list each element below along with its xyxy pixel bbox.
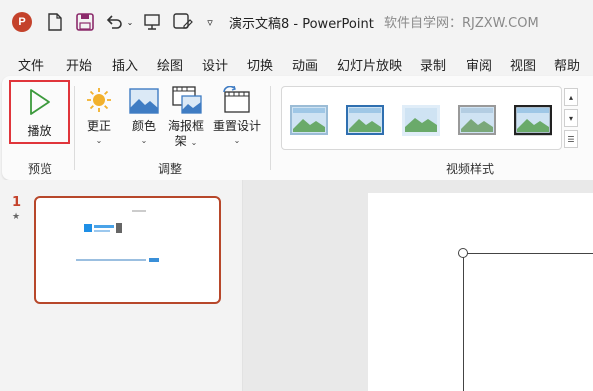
tab-design[interactable]: 设计 [202, 55, 228, 74]
chevron-down-icon: ⌄ [140, 136, 148, 145]
chevron-down-icon: ⌄ [233, 136, 241, 145]
thumb-text-line [132, 210, 146, 212]
video-style-2[interactable] [346, 105, 384, 137]
chevron-down-icon: ⌄ [190, 138, 198, 147]
poster-frame-label-line2: 架 ⌄ [166, 134, 206, 150]
thumb-text-line [76, 259, 146, 261]
gallery-scroll-down-icon[interactable]: ▾ [564, 109, 578, 127]
corrections-button[interactable]: 更正 ⌄ [82, 86, 116, 148]
tab-slideshow[interactable]: 幻灯片放映 [337, 55, 402, 74]
preview-group-label: 预览 [28, 162, 53, 176]
document-title: 演示文稿8 - PowerPoint [229, 17, 374, 32]
video-styles-group-label: 视频样式 [446, 162, 495, 176]
customize-dropdown-icon[interactable]: ▿ [203, 10, 217, 34]
reset-design-button[interactable]: 重置设计 ⌄ [211, 86, 263, 148]
slide-number: 1 [12, 195, 22, 210]
chevron-down-icon: ⌄ [95, 136, 103, 145]
slide-thumbnail[interactable] [34, 196, 221, 304]
play-button[interactable]: 播放 [9, 80, 70, 144]
reset-design-label: 重置设计 [212, 119, 261, 133]
video-style-1[interactable] [290, 105, 328, 137]
tab-transitions[interactable]: 切换 [247, 55, 273, 74]
watermark-text: 软件自学网：RJZXW.COM [384, 16, 539, 31]
title-bar: P ⌄ ▿ 演示文稿8 - PowerPoint 软件自学网：RJZXW.COM [0, 0, 593, 44]
corrections-label: 更正 [86, 119, 111, 133]
play-label: 播放 [27, 124, 52, 138]
tab-home[interactable]: 开始 [66, 55, 92, 74]
present-from-start-icon[interactable] [142, 10, 162, 34]
color-button[interactable]: 颜色 ⌄ [127, 86, 161, 148]
brightness-sun-icon [87, 88, 111, 112]
tab-review[interactable]: 审阅 [466, 55, 492, 74]
powerpoint-logo-icon[interactable]: P [12, 12, 32, 32]
app-logo-letter: P [18, 16, 26, 28]
video-object[interactable] [463, 253, 593, 391]
tab-view[interactable]: 视图 [510, 55, 536, 74]
adjust-group-label: 调整 [158, 162, 183, 176]
video-style-4[interactable] [458, 105, 496, 137]
poster-frame-icon [172, 86, 202, 114]
tab-file[interactable]: 文件 [18, 55, 44, 74]
gallery-scroll-up-icon[interactable]: ▴ [564, 88, 578, 106]
group-separator [270, 86, 271, 170]
tab-draw[interactable]: 绘图 [157, 55, 183, 74]
poster-frame-label: 海报框 [167, 119, 204, 133]
tab-insert[interactable]: 插入 [112, 55, 138, 74]
video-styles-gallery [281, 86, 562, 150]
undo-icon[interactable] [104, 10, 124, 34]
save-as-icon[interactable] [172, 10, 194, 34]
poster-frame-button[interactable]: 海报框 架 ⌄ [166, 86, 206, 152]
group-separator [74, 86, 75, 170]
color-label: 颜色 [131, 119, 156, 133]
video-style-5[interactable] [514, 105, 552, 137]
tab-help[interactable]: 帮助 [554, 55, 580, 74]
video-style-3[interactable] [402, 105, 440, 137]
reset-design-icon [223, 86, 250, 113]
animation-marker-icon: ★ [12, 212, 21, 222]
thumb-image [116, 223, 122, 233]
new-file-icon[interactable] [46, 10, 64, 34]
tab-animations[interactable]: 动画 [292, 55, 318, 74]
picture-color-icon [129, 88, 159, 114]
play-icon [30, 89, 50, 115]
thumb-logo-icon [84, 224, 92, 232]
save-icon[interactable] [75, 10, 95, 34]
ribbon-tabs: 文件 开始 插入 绘图 设计 切换 动画 幻灯片放映 录制 审阅 视图 帮助 [0, 50, 593, 76]
resize-handle[interactable] [458, 248, 468, 258]
gallery-more-icon[interactable]: ☰ [564, 130, 578, 148]
thumb-button [149, 258, 159, 262]
undo-dropdown-icon[interactable]: ⌄ [125, 10, 135, 34]
thumb-logo-text [94, 225, 114, 228]
thumb-logo-subtext [94, 230, 110, 232]
poster-frame-label-tail: 架 [174, 134, 187, 148]
tab-record[interactable]: 录制 [420, 55, 446, 74]
